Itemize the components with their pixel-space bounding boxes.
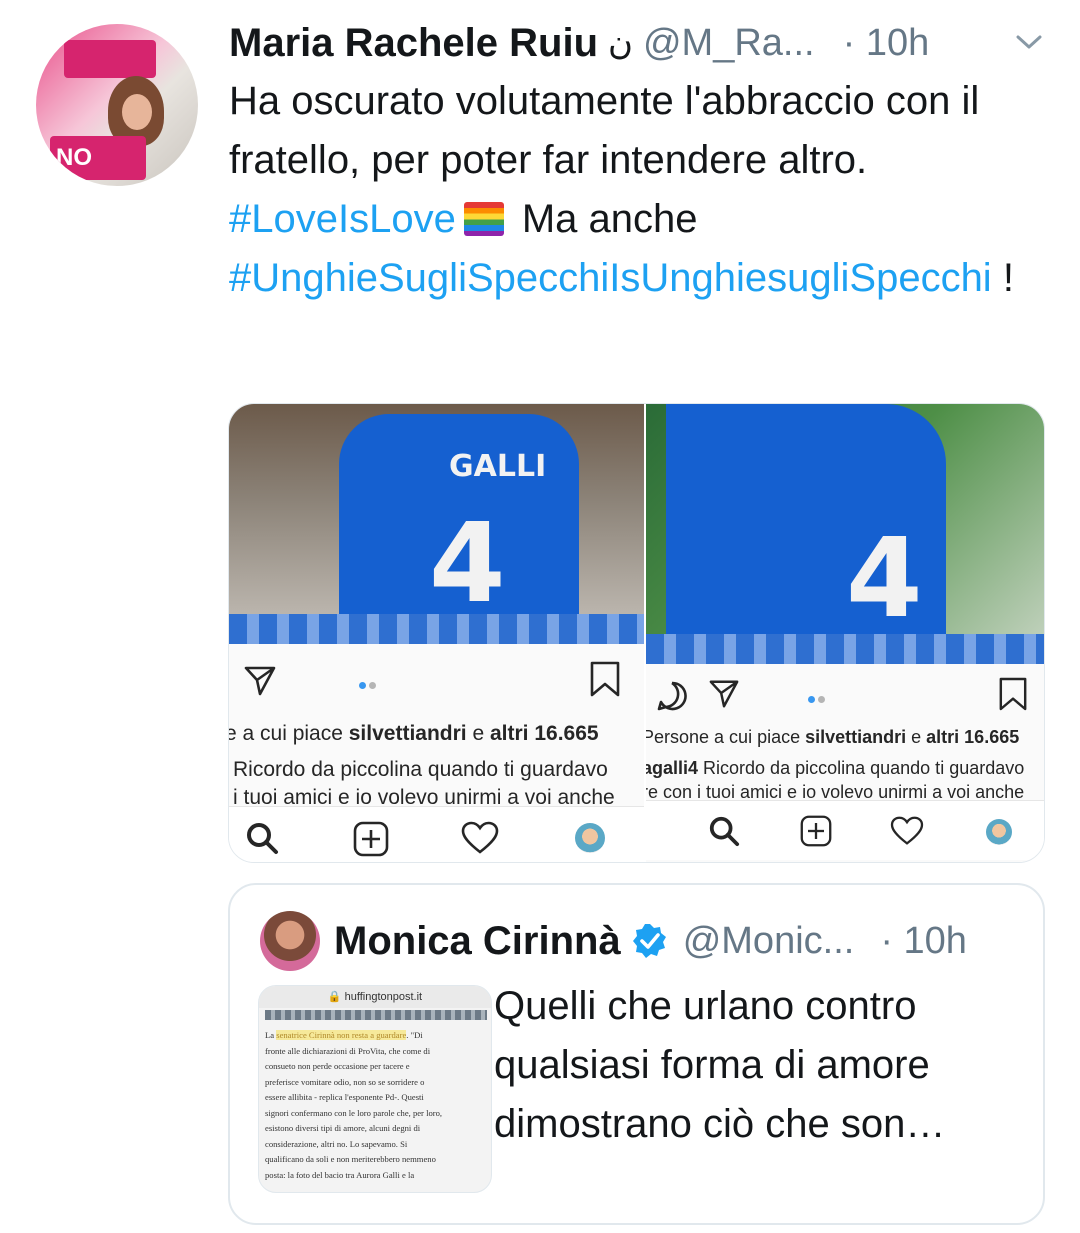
- ig-likes-left: e a cui piace silvettiandri e altri 16.6…: [229, 722, 599, 746]
- hashtag-loveislove[interactable]: #LoveIsLove: [229, 197, 456, 241]
- bookmark-icon: [590, 661, 620, 697]
- chevron-down-icon[interactable]: [1015, 32, 1043, 52]
- quoted-author-handle[interactable]: @Monic...: [683, 920, 855, 963]
- tweet-media[interactable]: GALLI 4 e a cui piace silvettiandri e al…: [228, 403, 1045, 863]
- heart-icon: [461, 821, 499, 854]
- jersey-number-left: 4: [429, 499, 506, 627]
- tweet-timestamp[interactable]: · 10h: [843, 22, 930, 65]
- author-name[interactable]: Maria Rachele Ruiu: [229, 21, 598, 66]
- ig-likes-others: altri 16.665: [926, 727, 1020, 747]
- article-line: essere allibita - replica l'esponente Pd…: [265, 1092, 424, 1102]
- avatar-badge-top: [64, 40, 156, 78]
- thumbnail-article: La senatrice Cirinnà non resta a guardar…: [265, 1028, 487, 1183]
- article-highlight: senatrice Cirinnà non resta a guardare: [276, 1030, 407, 1040]
- ig-likes-others: altri 16.665: [489, 722, 599, 745]
- ig-caption-user: agalli4: [646, 758, 699, 778]
- ig-likes-right: Persone a cui piace silvettiandri e altr…: [646, 727, 1019, 748]
- author-handle[interactable]: @M_Ra...: [643, 22, 815, 65]
- add-post-icon: [800, 815, 832, 847]
- tweet-header: Maria Rachele Ruiu ن @M_Ra... · 10h: [229, 18, 1049, 68]
- profile-avatar-icon: [575, 823, 605, 853]
- heart-icon: [890, 816, 924, 845]
- article-line: posta: la foto del bacio tra Aurora Gall…: [265, 1169, 415, 1180]
- carousel-dots-right: [808, 690, 828, 703]
- bookmark-icon: [999, 677, 1027, 711]
- ig-caption-line1: Ricordo da piccolina quando ti guardavo: [233, 758, 608, 781]
- thumbnail-url-text: huffingtonpost.it: [344, 991, 423, 1003]
- search-icon: [709, 816, 740, 847]
- quoted-author-avatar[interactable]: [260, 911, 320, 971]
- ig-caption-right: agalli4 Ricordo da piccolina quando ti g…: [646, 756, 1024, 804]
- tweet-text-part1: Ha oscurato volutamente l'abbraccio con …: [229, 79, 980, 182]
- send-icon: [244, 666, 276, 696]
- ig-likes-user: silvettiandri: [348, 722, 467, 745]
- ig-caption-line1: Ricordo da piccolina quando ti guardavo: [698, 758, 1025, 778]
- article-line: . "Di: [406, 1030, 423, 1040]
- quoted-thumbnail[interactable]: 🔒 huffingtonpost.it La senatrice Cirinnà…: [258, 985, 492, 1193]
- rainbow-flag-icon: [463, 202, 504, 236]
- add-post-icon: [353, 821, 389, 857]
- avatar-badge-bottom: NO: [50, 136, 146, 180]
- search-icon: [247, 823, 278, 854]
- author-name-symbol: ن: [608, 24, 633, 62]
- avatar-person-face: [122, 94, 152, 130]
- quoted-author-name[interactable]: Monica Cirinnà: [334, 919, 621, 964]
- thumbnail-banner: [265, 1010, 487, 1020]
- send-icon: [709, 680, 739, 708]
- author-avatar[interactable]: NO: [36, 24, 198, 186]
- jersey-name: GALLI: [449, 449, 547, 484]
- ig-likes-prefix: Persone a cui piace: [646, 727, 806, 747]
- ig-caption-left: Ricordo da piccolina quando ti guardavo …: [233, 756, 615, 812]
- ig-action-bar-right: [646, 670, 1044, 720]
- quoted-tweet[interactable]: Monica Cirinnà @Monic... · 10h 🔒 huffing…: [228, 883, 1045, 1225]
- article-line: signori confermano con le loro parole ch…: [265, 1107, 443, 1118]
- article-line: qualificano da soli e non meriterebbero …: [265, 1154, 436, 1164]
- tweet-text-part2: Ma anche: [521, 197, 698, 241]
- article-line: considerazione, altri no. Lo sapevamo. S…: [265, 1138, 408, 1149]
- hashtag-unghie[interactable]: #UnghieSugliSpecchiIsUnghiesugliSpecchi: [229, 256, 992, 300]
- comment-icon: [657, 681, 687, 711]
- quoted-tweet-text: Quelli che urlano contro qualsiasi forma…: [494, 984, 946, 1146]
- verified-badge-icon: [632, 924, 666, 958]
- article-line: esistono diversi tipi di amore, alcuni d…: [265, 1123, 421, 1133]
- article-line: La: [265, 1030, 277, 1040]
- thumbnail-url: 🔒 huffingtonpost.it: [259, 986, 491, 1008]
- ig-nav-bar-left: [229, 806, 644, 862]
- jersey-number-right: 4: [846, 514, 923, 642]
- photo-right: 4: [646, 404, 1044, 664]
- photo-left: GALLI 4: [229, 404, 644, 644]
- ig-likes-middle: e: [466, 722, 490, 745]
- ig-likes-middle: e: [906, 727, 927, 747]
- media-image-right[interactable]: 4 Persone a cui piace silvettiandri e al…: [646, 404, 1044, 862]
- profile-avatar-icon: [986, 819, 1012, 845]
- article-line: preferisce vomitare odio, non so se sorr…: [265, 1076, 425, 1087]
- ig-likes-prefix: e a cui piace: [229, 722, 349, 745]
- quoted-tweet-header: Monica Cirinnà @Monic... · 10h: [334, 915, 967, 967]
- tweet-text-part3: !: [991, 256, 1014, 300]
- media-image-left[interactable]: GALLI 4 e a cui piace silvettiandri e al…: [229, 404, 644, 862]
- avatar-badge-text: NO: [56, 144, 92, 171]
- tweet-text: Ha oscurato volutamente l'abbraccio con …: [229, 72, 1039, 308]
- article-line: fronte alle dichiarazioni di ProVita, ch…: [265, 1045, 431, 1056]
- ig-likes-user: silvettiandri: [805, 727, 907, 747]
- ig-caption-line2: re con i tuoi amici e io volevo unirmi a…: [646, 782, 1025, 802]
- ig-action-bar-left: [229, 656, 644, 706]
- quoted-tweet-timestamp[interactable]: · 10h: [880, 920, 967, 963]
- carousel-dots-left: [359, 676, 379, 689]
- ig-nav-bar-right: [646, 800, 1044, 860]
- article-line: consueto non perde occasione per tacere …: [265, 1061, 410, 1071]
